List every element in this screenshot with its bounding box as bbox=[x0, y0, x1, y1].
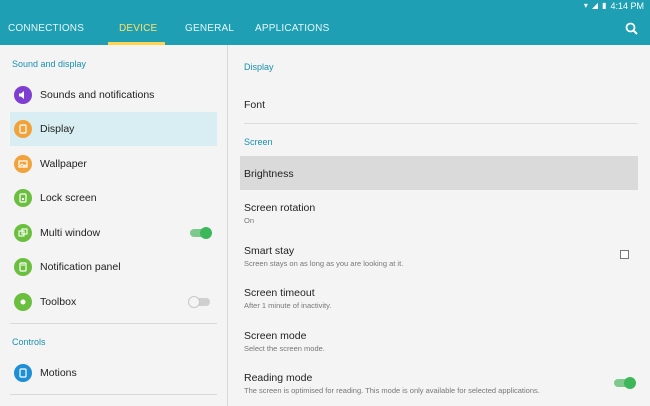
section-header-screen: Screen bbox=[244, 137, 273, 147]
tab-general[interactable]: GENERAL bbox=[185, 12, 234, 45]
status-time: 4:14 PM bbox=[610, 1, 644, 11]
setting-smart-stay[interactable]: Smart stay Screen stays on as long as yo… bbox=[240, 238, 638, 274]
setting-subtitle: On bbox=[244, 216, 255, 225]
sidebar-item-sounds-notifications[interactable]: Sounds and notifications bbox=[10, 78, 217, 112]
setting-screen-rotation[interactable]: Screen rotation On bbox=[240, 195, 638, 231]
reading-mode-toggle[interactable] bbox=[614, 377, 636, 389]
sidebar-item-label: Multi window bbox=[40, 227, 101, 239]
divider bbox=[10, 394, 217, 395]
setting-subtitle: The screen is optimised for reading. Thi… bbox=[244, 386, 540, 395]
tab-applications[interactable]: APPLICATIONS bbox=[255, 12, 329, 45]
display-settings-panel: Display Font Screen Brightness Screen ro… bbox=[228, 45, 650, 406]
section-header-controls: Controls bbox=[12, 337, 46, 347]
sidebar-item-motions[interactable]: Motions bbox=[10, 356, 217, 390]
setting-title: Smart stay bbox=[244, 245, 295, 257]
setting-title: Reading mode bbox=[244, 372, 313, 384]
sidebar-item-label: Wallpaper bbox=[40, 158, 87, 170]
multi-window-icon bbox=[14, 224, 32, 242]
settings-category-list: Sound and display Sounds and notificatio… bbox=[0, 45, 228, 406]
notification-panel-icon bbox=[14, 258, 32, 276]
setting-font[interactable]: Font bbox=[240, 89, 638, 123]
multi-window-toggle[interactable] bbox=[190, 227, 212, 239]
sidebar-item-display[interactable]: Display bbox=[10, 112, 217, 146]
sidebar-item-label: Motions bbox=[40, 367, 77, 379]
setting-title: Font bbox=[244, 99, 266, 111]
battery-icon: ▮ bbox=[602, 1, 607, 10]
sidebar-item-label: Lock screen bbox=[40, 192, 97, 204]
sidebar-item-label: Notification panel bbox=[40, 261, 121, 273]
setting-subtitle: Screen stays on as long as you are looki… bbox=[244, 259, 404, 268]
setting-title: Screen rotation bbox=[244, 202, 316, 214]
setting-title: Screen mode bbox=[244, 330, 307, 342]
setting-reading-mode[interactable]: Reading mode The screen is optimised for… bbox=[240, 365, 638, 401]
section-header-display: Display bbox=[244, 62, 274, 72]
tab-bar: CONNECTIONS DEVICE GENERAL APPLICATIONS bbox=[0, 12, 650, 45]
divider bbox=[10, 323, 217, 324]
toolbox-toggle[interactable] bbox=[188, 296, 210, 308]
sidebar-item-wallpaper[interactable]: Wallpaper bbox=[10, 147, 217, 181]
search-icon[interactable] bbox=[624, 21, 640, 37]
setting-title: Brightness bbox=[244, 168, 294, 180]
sidebar-item-label: Display bbox=[40, 123, 75, 135]
divider bbox=[244, 123, 638, 124]
setting-brightness[interactable]: Brightness bbox=[240, 156, 638, 190]
setting-screen-mode[interactable]: Screen mode Select the screen mode. bbox=[240, 323, 638, 359]
tab-device[interactable]: DEVICE bbox=[119, 12, 157, 45]
speaker-icon bbox=[14, 86, 32, 104]
sidebar-item-label: Toolbox bbox=[40, 296, 77, 308]
tab-connections[interactable]: CONNECTIONS bbox=[8, 12, 84, 45]
signal-icon: ◢ bbox=[591, 1, 599, 10]
wallpaper-icon bbox=[14, 155, 32, 173]
sidebar-item-lock-screen[interactable]: Lock screen bbox=[10, 181, 217, 215]
setting-title: Screen timeout bbox=[244, 287, 315, 299]
display-icon bbox=[14, 120, 32, 138]
sidebar-item-label: Sounds and notifications bbox=[40, 89, 155, 101]
setting-subtitle: After 1 minute of inactivity. bbox=[244, 301, 332, 310]
setting-screen-timeout[interactable]: Screen timeout After 1 minute of inactiv… bbox=[240, 280, 638, 316]
smart-stay-checkbox[interactable] bbox=[620, 250, 629, 259]
setting-subtitle: Select the screen mode. bbox=[244, 344, 325, 353]
status-bar: ▾ ◢ ▮ 4:14 PM bbox=[0, 0, 650, 12]
sidebar-item-toolbox[interactable]: Toolbox bbox=[10, 285, 217, 319]
section-header-sound-display: Sound and display bbox=[12, 59, 87, 69]
lock-screen-icon bbox=[14, 189, 32, 207]
sidebar-item-notification-panel[interactable]: Notification panel bbox=[10, 250, 217, 284]
motions-icon bbox=[14, 364, 32, 382]
sidebar-item-multi-window[interactable]: Multi window bbox=[10, 216, 217, 250]
wifi-icon: ▾ bbox=[583, 1, 588, 10]
toolbox-icon bbox=[14, 293, 32, 311]
